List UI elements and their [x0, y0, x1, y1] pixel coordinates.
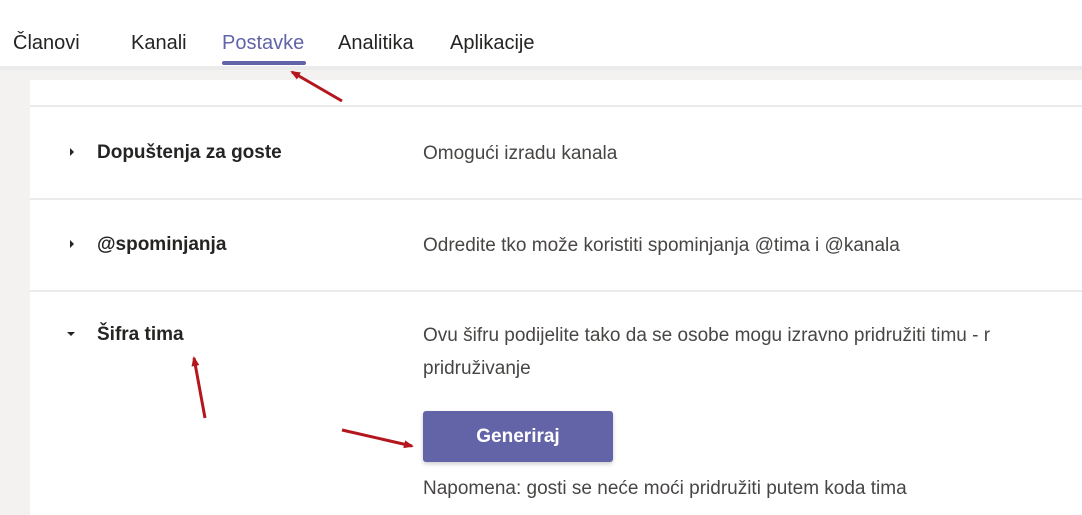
- row-divider: [30, 105, 1082, 107]
- generate-button[interactable]: Generiraj: [423, 411, 613, 462]
- guest-permissions-title[interactable]: Dopuštenja za goste: [97, 141, 282, 165]
- tab-clanovi[interactable]: Članovi: [13, 30, 80, 56]
- settings-panel: Dopuštenja za goste Omogući izradu kanal…: [30, 80, 1082, 515]
- tab-aplikacije[interactable]: Aplikacije: [450, 30, 534, 56]
- team-code-title[interactable]: Šifra tima: [97, 323, 184, 347]
- mentions-description: Odredite tko može koristiti spominjanja …: [423, 235, 900, 256]
- tab-analitika[interactable]: Analitika: [338, 30, 414, 56]
- guest-note: Napomena: gosti se neće moći pridružiti …: [423, 478, 907, 499]
- tab-kanali[interactable]: Kanali: [131, 30, 187, 56]
- team-code-description-line1: Ovu šifru podijelite tako da se osobe mo…: [423, 325, 991, 346]
- tab-postavke[interactable]: Postavke: [222, 30, 304, 56]
- caret-down-icon[interactable]: [66, 329, 76, 339]
- mentions-title[interactable]: @spominjanja: [97, 233, 226, 257]
- row-divider: [30, 290, 1082, 292]
- caret-right-icon[interactable]: [67, 147, 77, 157]
- caret-right-icon[interactable]: [67, 239, 77, 249]
- teams-settings-page: Članovi Kanali Postavke Analitika Aplika…: [0, 0, 1082, 515]
- tab-bar: Članovi Kanali Postavke Analitika Aplika…: [0, 0, 1082, 70]
- left-gutter: [0, 70, 30, 515]
- guest-permissions-description: Omogući izradu kanala: [423, 143, 618, 164]
- active-tab-indicator: [222, 61, 306, 65]
- team-code-description-line2: pridruživanje: [423, 358, 531, 379]
- tabs-divider: [0, 66, 1082, 70]
- row-divider: [30, 198, 1082, 200]
